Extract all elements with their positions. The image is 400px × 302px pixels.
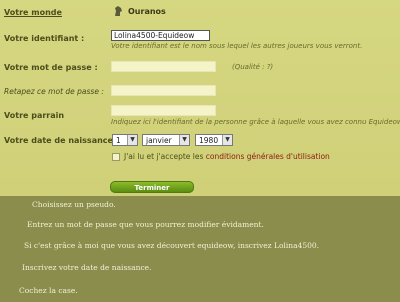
terms-link[interactable]: conditions générales d'utilisation — [206, 152, 330, 161]
chevron-down-icon: ▼ — [179, 135, 189, 145]
terms-checkbox[interactable] — [112, 153, 120, 161]
birth-day-select[interactable]: 1 ▼ — [112, 134, 138, 146]
horse-head-icon — [115, 6, 122, 16]
birth-month-value: janvier — [146, 135, 172, 145]
world-name: Ouranos — [128, 6, 166, 16]
password-input[interactable] — [111, 61, 216, 72]
identifiant-hint: Votre identifiant est le nom sous lequel… — [111, 42, 363, 50]
help-line-1: Choisissez un pseudo. — [32, 200, 116, 209]
help-line-5: Cochez la case. — [19, 286, 78, 295]
parrain-input[interactable] — [111, 105, 216, 116]
registration-form: Votre monde Ouranos Votre identifiant : … — [0, 0, 400, 204]
birth-year-value: 1980 — [199, 135, 219, 145]
password-quality: (Qualité : ?) — [232, 63, 274, 71]
birth-day-value: 1 — [116, 135, 121, 145]
help-line-2: Entrez un mot de passe que vous pourrez … — [27, 220, 264, 229]
submit-button[interactable]: Terminer l'inscription — [110, 181, 194, 204]
identifiant-label: Votre identifiant : — [4, 34, 85, 43]
identifiant-input[interactable]: Lolina4500-Equideow — [111, 30, 210, 41]
chevron-down-icon: ▼ — [222, 135, 232, 145]
parrain-label: Votre parrain — [4, 111, 65, 120]
parrain-hint: Indiquez ici l'identifiant de la personn… — [111, 118, 400, 126]
terms-prefix: J'ai lu et j'accepte les — [124, 152, 206, 161]
world-value: Ouranos — [112, 5, 166, 17]
help-line-4: Inscrivez votre date de naissance. — [22, 263, 152, 272]
world-label: Votre monde — [4, 8, 62, 17]
password-confirm-input[interactable] — [111, 85, 216, 96]
help-overlay: Choisissez un pseudo. Entrez un mot de p… — [0, 196, 400, 302]
birth-month-select[interactable]: janvier ▼ — [142, 134, 190, 146]
help-line-3: Si c'est grâce à moi que vous avez décou… — [24, 241, 320, 250]
chevron-down-icon: ▼ — [127, 135, 137, 145]
password-label: Votre mot de passe : — [4, 63, 98, 72]
password-confirm-label: Retapez ce mot de passe : — [4, 87, 104, 96]
terms-text: J'ai lu et j'accepte les conditions géné… — [124, 152, 330, 161]
birthdate-label: Votre date de naissance : — [4, 136, 119, 145]
birth-year-select[interactable]: 1980 ▼ — [195, 134, 233, 146]
